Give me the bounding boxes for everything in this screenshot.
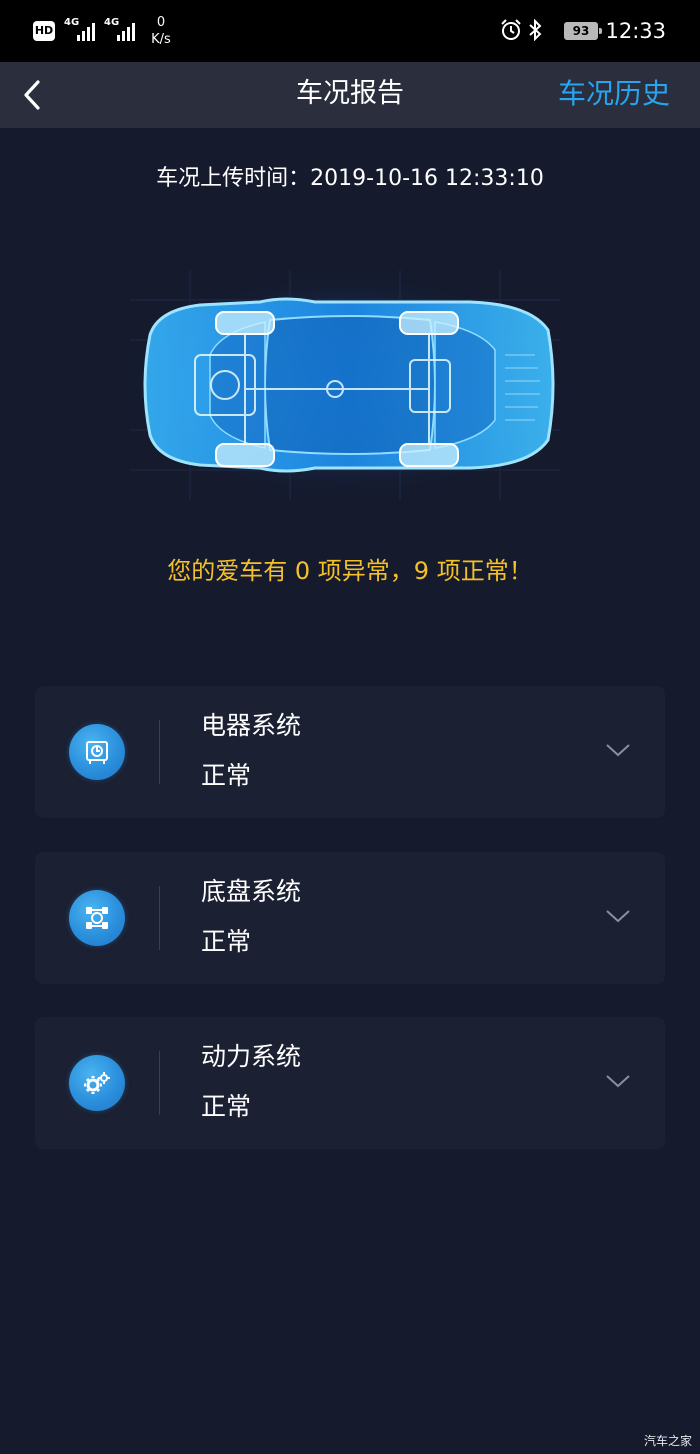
app-screen: HD 4G 4G 0 K/s 93 12:33 车况报告 车况历史 车况上传时间… bbox=[0, 0, 700, 1454]
system-status: 正常 bbox=[201, 761, 252, 790]
system-card-chassis[interactable]: 底盘系统 正常 bbox=[35, 852, 665, 984]
system-status: 正常 bbox=[201, 927, 252, 956]
status-summary: 您的爱车有 0 项异常，9 项正常！ bbox=[167, 557, 533, 585]
status-bar: HD 4G 4G 0 K/s 93 12:33 bbox=[0, 0, 700, 62]
system-status: 正常 bbox=[201, 1092, 252, 1121]
car-xray-illustration bbox=[110, 260, 580, 510]
card-divider bbox=[159, 886, 160, 950]
chevron-down-icon[interactable] bbox=[605, 908, 631, 924]
battery-indicator: 93 bbox=[564, 22, 602, 40]
card-divider bbox=[159, 720, 160, 784]
status-right: 93 12:33 bbox=[486, 17, 666, 45]
chassis-system-icon bbox=[69, 890, 125, 946]
system-card-electrical[interactable]: 电器系统 正常 bbox=[35, 686, 665, 818]
network-speed-value: 0 bbox=[156, 15, 166, 30]
hd-badge: HD bbox=[33, 21, 55, 41]
nav-bar: 车况报告 车况历史 bbox=[0, 62, 700, 128]
watermark: 汽车之家 bbox=[643, 1434, 692, 1448]
power-system-gears-icon bbox=[69, 1055, 125, 1111]
system-name: 动力系统 bbox=[201, 1042, 302, 1071]
card-divider bbox=[159, 1051, 160, 1115]
chevron-down-icon[interactable] bbox=[605, 742, 631, 758]
network-speed-unit: K/s bbox=[151, 32, 171, 47]
bluetooth-icon bbox=[529, 19, 542, 41]
chevron-down-icon[interactable] bbox=[605, 1073, 631, 1089]
signal-icon: 4G bbox=[104, 17, 140, 43]
clock: 12:33 bbox=[605, 19, 666, 43]
electrical-system-icon bbox=[69, 724, 125, 780]
history-link[interactable]: 车况历史 bbox=[558, 75, 670, 113]
alarm-clock-icon bbox=[501, 19, 521, 40]
signal-icon: 4G bbox=[64, 17, 100, 43]
upload-time: 车况上传时间：2019-10-16 12:33:10 bbox=[156, 166, 544, 191]
system-name: 底盘系统 bbox=[201, 877, 302, 906]
system-card-power[interactable]: 动力系统 正常 bbox=[35, 1017, 665, 1149]
network-speed: 0 K/s bbox=[148, 14, 174, 48]
system-name: 电器系统 bbox=[201, 711, 302, 740]
